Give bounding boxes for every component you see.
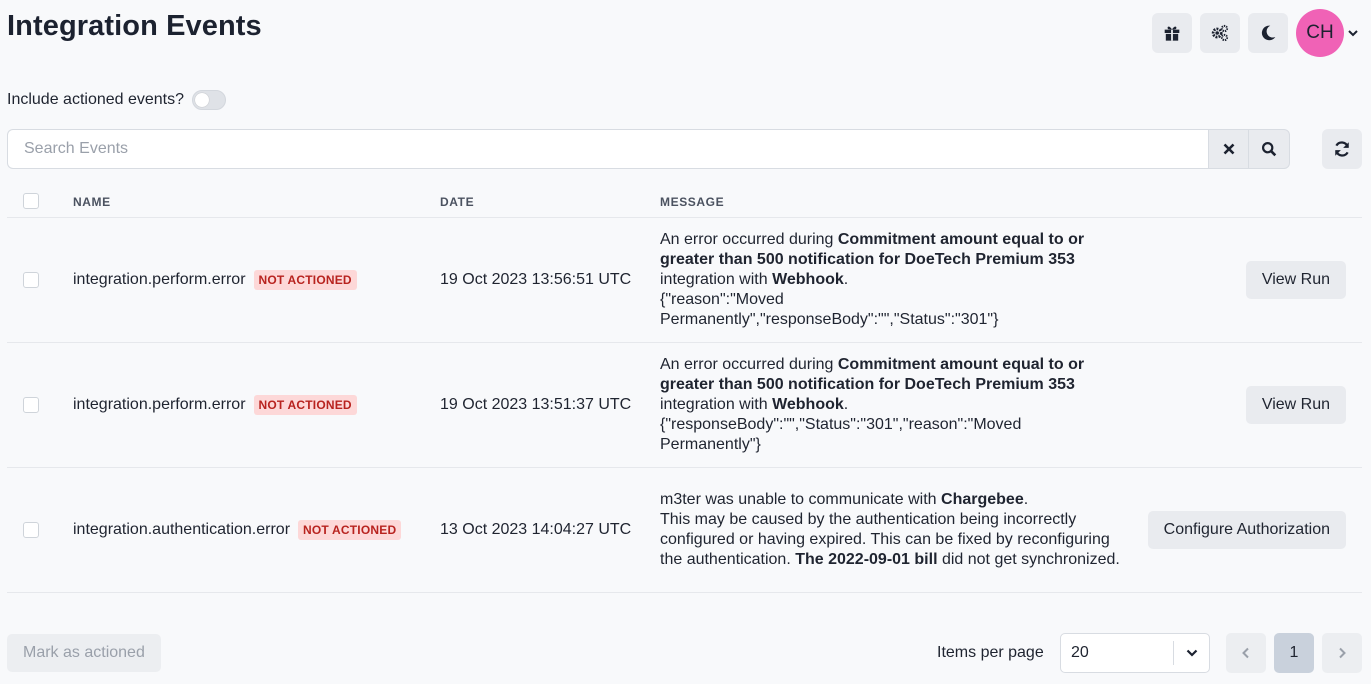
gift-button[interactable] — [1152, 13, 1192, 53]
chevron-down-icon — [1186, 649, 1197, 657]
message-text: integration with — [660, 271, 773, 288]
message-text: . — [843, 271, 849, 288]
top-actions: CH — [1152, 9, 1359, 57]
column-header-name: NAME — [73, 195, 111, 209]
status-badge: NOT ACTIONED — [298, 520, 402, 540]
page-button-current[interactable]: 1 — [1274, 633, 1314, 673]
mark-as-actioned-button[interactable]: Mark as actioned — [7, 634, 161, 672]
search-icon — [1261, 141, 1277, 157]
event-name: integration.perform.error — [73, 396, 246, 413]
items-per-page-value: 20 — [1071, 644, 1089, 661]
include-actioned-label: Include actioned events? — [7, 91, 185, 108]
theme-toggle-button[interactable] — [1248, 13, 1288, 53]
event-name-cell: integration.perform.error NOT ACTIONED — [73, 270, 357, 290]
close-icon — [1223, 143, 1234, 155]
select-all-checkbox[interactable] — [23, 193, 39, 209]
include-actioned-toggle[interactable] — [192, 90, 227, 110]
event-date: 19 Oct 2023 13:51:37 UTC — [440, 396, 632, 413]
column-header-message: MESSAGE — [660, 195, 725, 209]
message-text: An error occurred during — [660, 356, 838, 373]
clear-search-button[interactable] — [1208, 129, 1249, 169]
page-title: Integration Events — [7, 10, 262, 42]
chevron-right-icon — [1339, 647, 1346, 659]
message-json: {"reason":"Moved Permanently","responseB… — [660, 291, 999, 328]
items-per-page-select[interactable]: 20 — [1060, 633, 1210, 673]
row-checkbox[interactable] — [23, 522, 39, 538]
message-text: . — [1023, 491, 1029, 508]
row-checkbox[interactable] — [23, 272, 39, 288]
message-text: m3ter was unable to communicate with — [660, 491, 942, 508]
status-badge: NOT ACTIONED — [253, 395, 357, 415]
status-badge: NOT ACTIONED — [253, 270, 357, 290]
message-bold: Webhook — [772, 271, 844, 288]
message-json: {"responseBody":"","Status":"301","reaso… — [660, 416, 1022, 453]
search-button[interactable] — [1249, 129, 1290, 169]
message-bold: Webhook — [772, 396, 844, 413]
refresh-icon — [1335, 141, 1349, 157]
event-date: 19 Oct 2023 13:56:51 UTC — [440, 271, 632, 288]
table-header: NAME DATE MESSAGE — [7, 185, 1362, 218]
message-bold: The 2022-09-01 bill — [795, 551, 938, 568]
event-name-cell: integration.authentication.error NOT ACT… — [73, 520, 402, 540]
event-message: An error occurred during Commitment amou… — [660, 230, 1120, 330]
view-run-button[interactable]: View Run — [1245, 261, 1346, 299]
events-table: NAME DATE MESSAGE integration.perform.er… — [7, 185, 1362, 593]
chevron-left-icon — [1242, 647, 1249, 659]
items-per-page-label: Items per page — [937, 644, 1044, 661]
select-caret[interactable] — [1174, 646, 1209, 660]
event-name: integration.perform.error — [73, 271, 246, 288]
toggle-knob — [195, 93, 210, 107]
chevron-down-icon — [1348, 30, 1358, 37]
row-checkbox[interactable] — [23, 397, 39, 413]
event-name: integration.authentication.error — [73, 521, 291, 538]
event-message: An error occurred during Commitment amou… — [660, 355, 1120, 455]
view-run-button[interactable]: View Run — [1245, 386, 1346, 424]
table-row: integration.perform.error NOT ACTIONED 1… — [7, 218, 1362, 343]
column-header-date: DATE — [440, 195, 475, 209]
event-name-cell: integration.perform.error NOT ACTIONED — [73, 395, 357, 415]
message-text: did not get synchronized. — [937, 551, 1120, 568]
event-date: 13 Oct 2023 14:04:27 UTC — [440, 521, 632, 538]
table-row: integration.authentication.error NOT ACT… — [7, 468, 1362, 593]
include-actioned-filter: Include actioned events? — [7, 90, 227, 110]
moon-icon — [1261, 25, 1276, 41]
event-message: m3ter was unable to communicate with Cha… — [660, 490, 1120, 570]
refresh-button[interactable] — [1322, 129, 1362, 169]
settings-button[interactable] — [1200, 13, 1240, 53]
prev-page-button[interactable] — [1226, 633, 1266, 673]
message-text: integration with — [660, 396, 773, 413]
message-text: An error occurred during — [660, 231, 838, 248]
user-menu[interactable]: CH — [1296, 9, 1359, 57]
gift-icon — [1164, 26, 1180, 41]
table-row: integration.perform.error NOT ACTIONED 1… — [7, 343, 1362, 468]
next-page-button[interactable] — [1322, 633, 1362, 673]
message-text: . — [843, 396, 849, 413]
search-input[interactable] — [7, 129, 1208, 169]
search-bar — [7, 129, 1290, 169]
cogs-icon — [1211, 24, 1229, 42]
message-bold: Chargebee — [941, 491, 1024, 508]
avatar[interactable]: CH — [1296, 9, 1344, 57]
configure-authorization-button[interactable]: Configure Authorization — [1147, 511, 1346, 549]
